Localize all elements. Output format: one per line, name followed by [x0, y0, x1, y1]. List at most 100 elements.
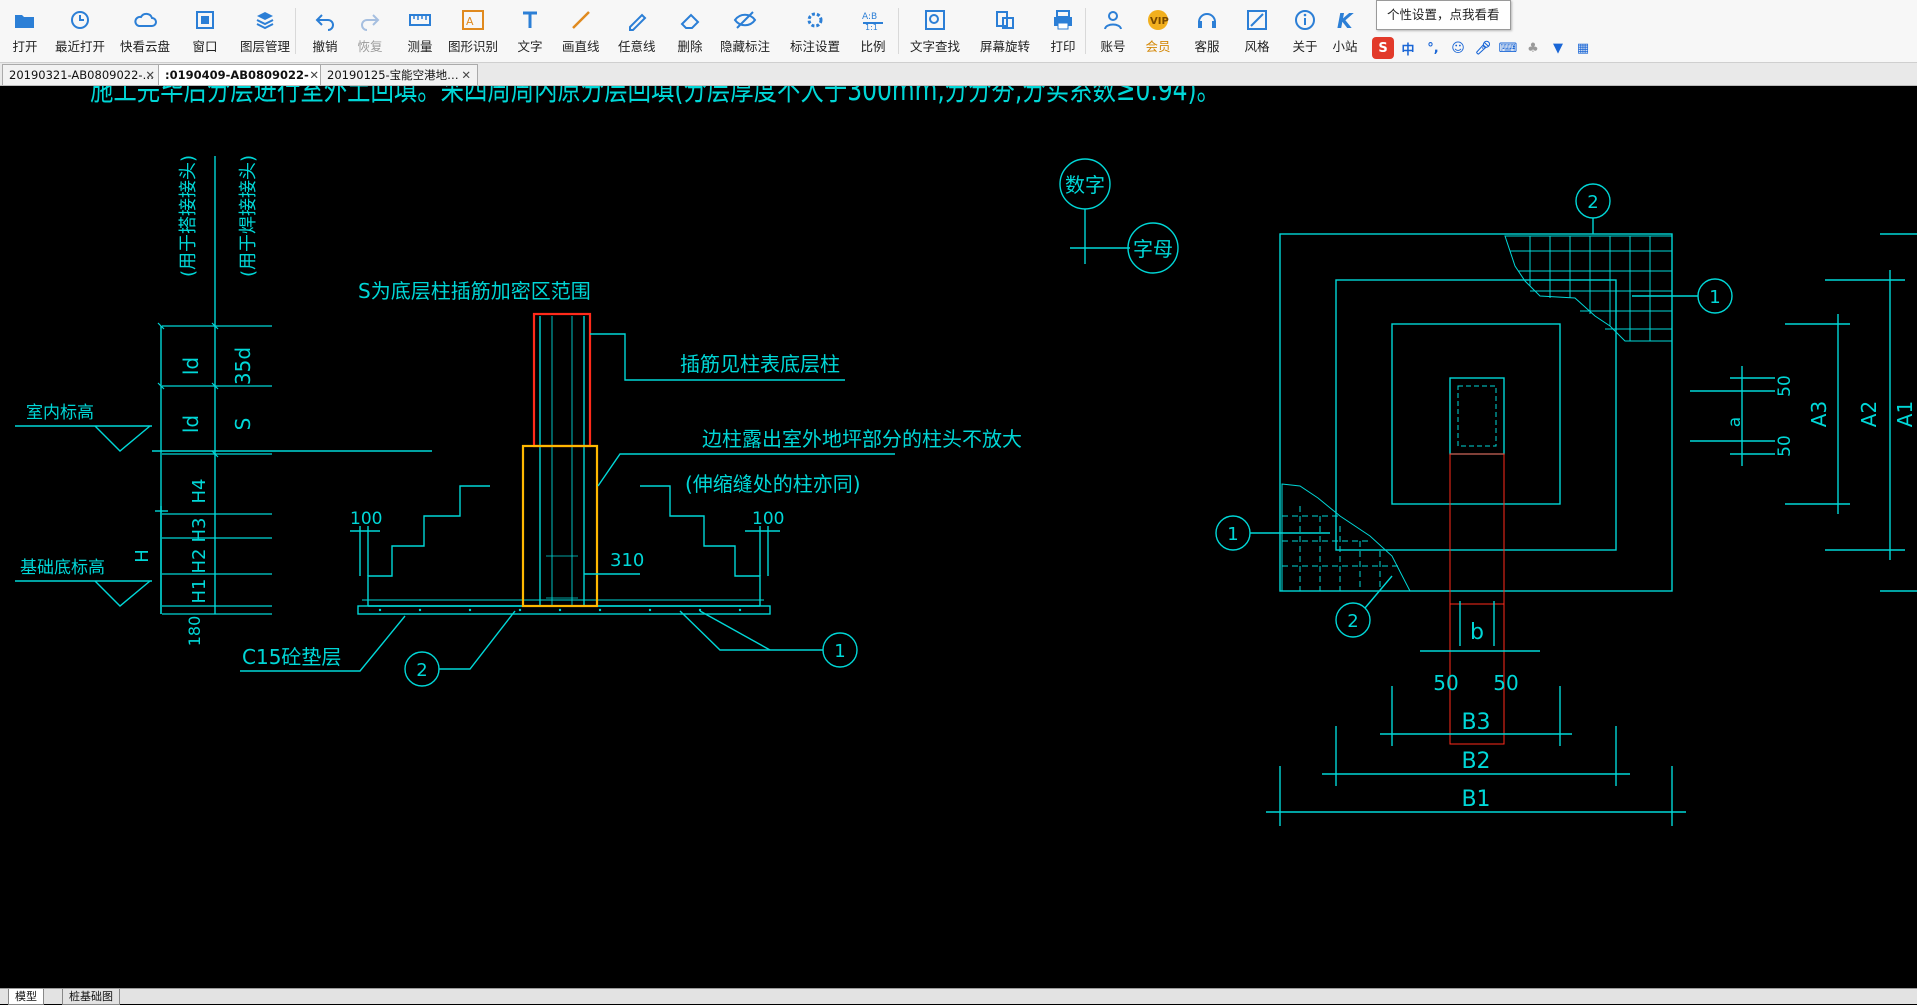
dim-180: 180 [185, 616, 204, 647]
dim-s: S [231, 418, 255, 431]
toolbar-button-5[interactable]: 撤销 [310, 6, 340, 58]
dim-h1: H1 [189, 579, 210, 604]
emoji-icon[interactable]: ☺ [1447, 37, 1469, 59]
dim-ld-lower: ld [179, 415, 203, 433]
toolbar-button-4[interactable]: 图层管理 [240, 6, 290, 58]
close-icon[interactable]: ✕ [145, 65, 155, 85]
main-toolbar: 打开 最近打开 快看云盘 窗口 图层管理 撤销 恢复 测量 A 图形识别 文字 画直线 任意线 删除 隐藏标… [0, 0, 1917, 63]
toolbar-button-15[interactable]: A:B 1:1 比例 [858, 6, 888, 58]
label-weld-joint: (用于焊接接头) [238, 155, 259, 277]
document-tab[interactable]: 20190125-宝能空港地… ✕ [320, 64, 478, 85]
toolbar-separator [295, 8, 296, 54]
toolbar-button-24[interactable]: K 小站 [1330, 6, 1360, 58]
sogou-logo-icon[interactable]: S [1372, 37, 1394, 59]
ime-punct-toggle[interactable]: °, [1422, 37, 1444, 59]
callout-1-text: 1 [834, 641, 845, 662]
label-c15-pad: C15砼垫层 [242, 645, 341, 669]
open-folder-icon [10, 6, 40, 34]
toolbar-label: 窗口 [192, 39, 218, 54]
vip-icon: VIP [1143, 6, 1173, 34]
document-tab[interactable]: 20190321-AB0809022-… ✕ [2, 64, 162, 85]
toolbar-button-14[interactable]: 标注设置 [790, 6, 840, 58]
dim-50-bottom: 50 [1775, 435, 1795, 457]
headset-icon [1192, 6, 1222, 34]
plan-callout-2-bottom-text: 2 [1347, 611, 1358, 632]
document-tab-active[interactable]: :0190409-AB0809022- ✕ [158, 64, 326, 85]
toolbar-button-12[interactable]: 删除 [675, 6, 705, 58]
highlight-red-box [532, 312, 592, 448]
toolbar-button-19[interactable]: 账号 [1098, 6, 1128, 58]
toolbar-label: 打开 [12, 39, 38, 54]
toolbar-label: 最近打开 [55, 39, 106, 54]
text-icon [515, 6, 545, 34]
toolbar-label: 会员 [1145, 39, 1171, 54]
skin-shirt-icon[interactable]: ▼ [1547, 37, 1569, 59]
ime-toolbar[interactable]: S 中 °, ☺ 🎤︎ ⌨ ♣ ▼ ▦ [1372, 36, 1594, 60]
toolbar-button-13[interactable]: 隐藏标注 [720, 6, 770, 58]
toolbar-label: 标注设置 [790, 39, 841, 54]
grid-menu-icon[interactable]: ▦ [1572, 37, 1594, 59]
svg-text:1:1: 1:1 [865, 23, 878, 31]
toolbar-label: 比例 [860, 39, 886, 54]
close-icon[interactable]: ✕ [309, 65, 319, 85]
printer-icon [1048, 6, 1078, 34]
toolbar-button-9[interactable]: 文字 [515, 6, 545, 58]
toolbar-label: 关于 [1292, 39, 1318, 54]
dim-A3: A3 [1807, 401, 1831, 427]
recent-clock-icon [65, 6, 95, 34]
toolbar-label: 删除 [677, 39, 703, 54]
toolbar-button-22[interactable]: 风格 [1242, 6, 1272, 58]
shape-recognize-icon: A [458, 6, 488, 34]
toolbar-button-8[interactable]: A 图形识别 [448, 6, 498, 58]
dim-a: a [1725, 417, 1745, 427]
dim-h2: H2 [189, 549, 210, 574]
toolbar-label: 图层管理 [240, 39, 291, 54]
ime-chinese-toggle[interactable]: 中 [1397, 37, 1419, 59]
toolbar-button-16[interactable]: 文字查找 [910, 6, 960, 58]
svg-text:K: K [1337, 9, 1354, 31]
redo-icon [355, 6, 385, 34]
style-icon [1242, 6, 1272, 34]
toolbar-button-20[interactable]: VIP 会员 [1143, 6, 1173, 58]
text-search-icon [920, 6, 950, 34]
toolbar-button-7[interactable]: 测量 [405, 6, 435, 58]
svg-text:VIP: VIP [1150, 16, 1169, 27]
dim-310: 310 [610, 550, 644, 571]
eraser-icon [675, 6, 705, 34]
user-icon[interactable]: ♣ [1522, 37, 1544, 59]
microphone-icon[interactable]: 🎤︎ [1472, 37, 1494, 59]
toolbar-button-0[interactable]: 打开 [10, 6, 40, 58]
measure-icon [405, 6, 435, 34]
keyboard-icon[interactable]: ⌨ [1497, 37, 1519, 59]
rebar-hatch-bottom-left [1281, 483, 1411, 592]
dim-h3: H3 [189, 518, 210, 543]
label-s-range: S为底层柱插筋加密区范围 [358, 279, 591, 303]
toolbar-button-18[interactable]: 打印 [1048, 6, 1078, 58]
layout-tab-bar: 模型 桩基础图 [0, 988, 1917, 1005]
toolbar-button-21[interactable]: 客服 [1192, 6, 1222, 58]
highlight-yellow-box [521, 444, 599, 608]
toolbar-label: 恢复 [357, 39, 383, 54]
toolbar-label: 快看云盘 [120, 39, 171, 54]
toolbar-button-6[interactable]: 恢复 [355, 6, 385, 58]
toolbar-button-1[interactable]: 最近打开 [55, 6, 105, 58]
label-indoor-level: 室内标高 [26, 403, 94, 423]
cloud-icon [130, 6, 160, 34]
toolbar-button-23[interactable]: 关于 [1290, 6, 1320, 58]
drawing-canvas[interactable]: 施工完毕后分层进行室外土回填。采四周周内原分层回填(分层厚度不大于300mm,分… [0, 73, 1917, 988]
toolbar-label: 打印 [1050, 39, 1076, 54]
toolbar-button-17[interactable]: 屏幕旋转 [980, 6, 1030, 58]
label-foundation-level: 基础底标高 [20, 558, 105, 578]
toolbar-button-2[interactable]: 快看云盘 [120, 6, 170, 58]
line-icon [566, 6, 596, 34]
tab-label: :0190409-AB0809022- [165, 68, 309, 82]
toolbar-separator [1085, 8, 1086, 54]
toolbar-button-3[interactable]: 窗口 [190, 6, 220, 58]
plan-callout-2-top-text: 2 [1587, 192, 1598, 213]
toolbar-button-10[interactable]: 画直线 [562, 6, 600, 58]
plan-outer-slab [1279, 233, 1673, 592]
hide-eye-icon [730, 6, 760, 34]
plan-callout-1-left-text: 1 [1227, 524, 1238, 545]
toolbar-button-11[interactable]: 任意线 [618, 6, 656, 58]
close-icon[interactable]: ✕ [461, 65, 471, 85]
